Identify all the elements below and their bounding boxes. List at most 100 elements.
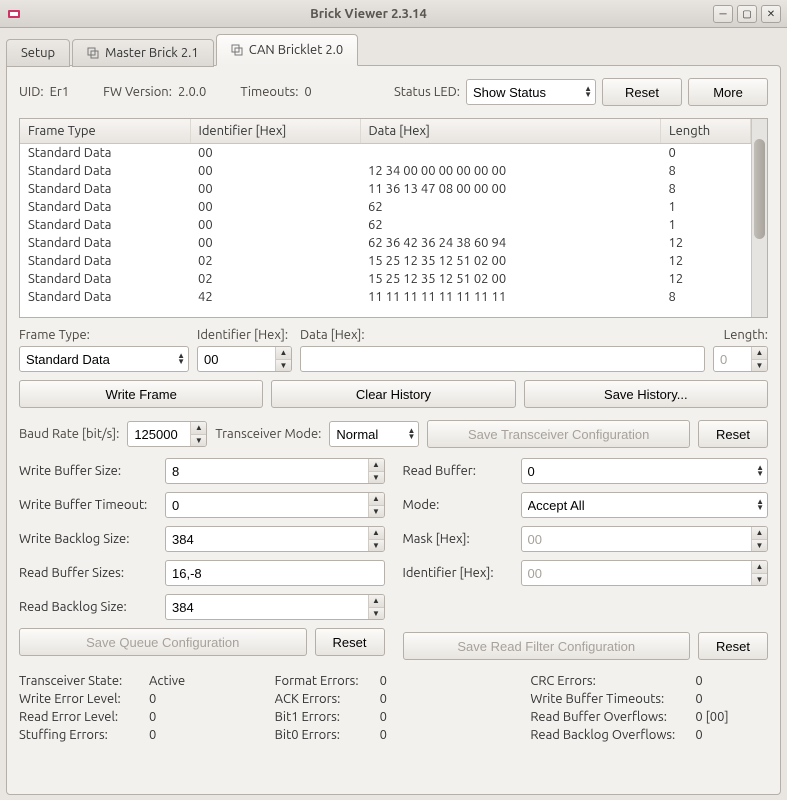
col-length[interactable]: Length xyxy=(661,119,751,144)
col-identifier[interactable]: Identifier [Hex] xyxy=(190,119,360,144)
identifier-input-label: Identifier [Hex]: xyxy=(197,328,292,342)
read-buffer-overflows-label: Read Buffer Overflows: xyxy=(530,710,695,724)
baud-label: Baud Rate [bit/s]: xyxy=(19,427,119,441)
save-history-button[interactable]: Save History... xyxy=(524,380,768,408)
table-row[interactable]: Standard Data0011 36 13 47 08 00 00 008 xyxy=(20,180,751,198)
spin-up-icon[interactable]: ▲ xyxy=(368,459,384,472)
reset-queue-button[interactable]: Reset xyxy=(315,628,385,656)
write-frame-button[interactable]: Write Frame xyxy=(19,380,263,408)
transceiver-state-value: Active xyxy=(149,674,185,688)
clear-history-button[interactable]: Clear History xyxy=(271,380,515,408)
tab-master-brick[interactable]: Master Brick 2.1 xyxy=(72,39,214,67)
save-transceiver-button[interactable]: Save Transceiver Configuration xyxy=(427,420,690,448)
filter-mask-input xyxy=(521,526,769,552)
reset-transceiver-button[interactable]: Reset xyxy=(698,420,768,448)
crc-errors-value: 0 xyxy=(695,674,702,688)
spin-up-icon[interactable]: ▲ xyxy=(751,347,767,360)
uid-value: Er1 xyxy=(50,85,70,99)
format-errors-value: 0 xyxy=(380,674,387,688)
tab-setup-label: Setup xyxy=(21,46,55,60)
spin-up-icon[interactable]: ▲ xyxy=(368,527,384,540)
frame-table: Frame Type Identifier [Hex] Data [Hex] L… xyxy=(19,118,768,318)
read-buffer-sizes-input[interactable] xyxy=(165,560,385,586)
filter-mode-label: Mode: xyxy=(403,498,513,512)
write-buffer-timeouts-value: 0 xyxy=(695,692,702,706)
read-backlog-overflows-label: Read Backlog Overflows: xyxy=(530,728,695,742)
maximize-button[interactable]: ▢ xyxy=(737,5,757,23)
write-backlog-size-label: Write Backlog Size: xyxy=(19,532,157,546)
table-row[interactable]: Standard Data0012 34 00 00 00 00 00 008 xyxy=(20,162,751,180)
table-row[interactable]: Standard Data0215 25 12 35 12 51 02 0012 xyxy=(20,270,751,288)
transceiver-state-label: Transceiver State: xyxy=(19,674,149,688)
fw-value: 2.0.0 xyxy=(178,85,206,99)
write-error-level-label: Write Error Level: xyxy=(19,692,149,706)
table-row[interactable]: Standard Data00621 xyxy=(20,216,751,234)
tab-setup[interactable]: Setup xyxy=(6,39,70,67)
spin-down-icon[interactable]: ▼ xyxy=(368,472,384,484)
uid-label: UID: xyxy=(19,85,44,99)
read-buffer-sizes-label: Read Buffer Sizes: xyxy=(19,566,157,580)
table-row[interactable]: Standard Data00621 xyxy=(20,198,751,216)
transceiver-mode-label: Transceiver Mode: xyxy=(215,427,321,441)
spin-up-icon[interactable]: ▲ xyxy=(190,422,206,435)
filter-mask-label: Mask [Hex]: xyxy=(403,532,513,546)
write-buffer-timeout-label: Write Buffer Timeout: xyxy=(19,498,157,512)
table-row[interactable]: Standard Data0062 36 42 36 24 38 60 9412 xyxy=(20,234,751,252)
tab-can-bricklet[interactable]: CAN Bricklet 2.0 xyxy=(216,34,358,66)
read-buffer-select[interactable]: 0 xyxy=(521,458,769,484)
data-input-label: Data [Hex]: xyxy=(300,328,705,342)
data-input[interactable] xyxy=(300,346,705,372)
fw-label: FW Version: xyxy=(103,85,172,99)
col-data[interactable]: Data [Hex] xyxy=(360,119,661,144)
save-filter-button[interactable]: Save Read Filter Configuration xyxy=(403,632,691,660)
reset-filter-button[interactable]: Reset xyxy=(698,632,768,660)
write-buffer-size-label: Write Buffer Size: xyxy=(19,464,157,478)
transceiver-mode-select[interactable]: Normal xyxy=(329,421,419,447)
spin-down-icon[interactable]: ▼ xyxy=(275,360,291,372)
spin-up-icon: ▲ xyxy=(751,561,767,574)
window-title: Brick Viewer 2.3.14 xyxy=(28,7,709,21)
spin-down-icon: ▼ xyxy=(751,574,767,586)
read-backlog-size-input[interactable] xyxy=(165,594,385,620)
frame-type-label: Frame Type: xyxy=(19,328,189,342)
spin-up-icon: ▲ xyxy=(751,527,767,540)
titlebar[interactable]: Brick Viewer 2.3.14 ─ ▢ ✕ xyxy=(0,0,787,28)
save-queue-button[interactable]: Save Queue Configuration xyxy=(19,628,307,656)
bit1-errors-value: 0 xyxy=(380,710,387,724)
write-buffer-timeout-input[interactable] xyxy=(165,492,385,518)
length-input-label: Length: xyxy=(713,328,768,342)
filter-identifier-input xyxy=(521,560,769,586)
close-button[interactable]: ✕ xyxy=(761,5,781,23)
spin-down-icon[interactable]: ▼ xyxy=(368,540,384,552)
spin-down-icon[interactable]: ▼ xyxy=(190,435,206,447)
col-frame-type[interactable]: Frame Type xyxy=(20,119,190,144)
timeouts-label: Timeouts: xyxy=(240,85,298,99)
reset-button[interactable]: Reset xyxy=(602,78,682,106)
table-row[interactable]: Standard Data000 xyxy=(20,144,751,163)
spin-up-icon[interactable]: ▲ xyxy=(368,595,384,608)
spin-up-icon[interactable]: ▲ xyxy=(368,493,384,506)
table-scrollbar[interactable] xyxy=(751,119,767,317)
read-buffer-overflows-value: 0 [00] xyxy=(695,710,728,724)
minimize-button[interactable]: ─ xyxy=(713,5,733,23)
more-button[interactable]: More xyxy=(688,78,768,106)
crc-errors-label: CRC Errors: xyxy=(530,674,695,688)
read-backlog-size-label: Read Backlog Size: xyxy=(19,600,157,614)
stuffing-errors-value: 0 xyxy=(149,728,156,742)
table-row[interactable]: Standard Data0215 25 12 35 12 51 02 0012 xyxy=(20,252,751,270)
spin-up-icon[interactable]: ▲ xyxy=(275,347,291,360)
statusled-select[interactable]: Show Status xyxy=(466,79,596,105)
filter-mode-select[interactable]: Accept All xyxy=(521,492,769,518)
tab-master-label: Master Brick 2.1 xyxy=(105,46,199,60)
write-buffer-size-input[interactable] xyxy=(165,458,385,484)
spin-down-icon[interactable]: ▼ xyxy=(751,360,767,372)
tab-bar: Setup Master Brick 2.1 CAN Bricklet 2.0 xyxy=(6,34,781,66)
ack-errors-label: ACK Errors: xyxy=(275,692,380,706)
spin-down-icon[interactable]: ▼ xyxy=(368,608,384,620)
spin-down-icon[interactable]: ▼ xyxy=(368,506,384,518)
table-row[interactable]: Standard Data4211 11 11 11 11 11 11 118 xyxy=(20,288,751,306)
frame-type-select[interactable]: Standard Data xyxy=(19,346,189,372)
bit0-errors-value: 0 xyxy=(380,728,387,742)
write-buffer-timeouts-label: Write Buffer Timeouts: xyxy=(530,692,695,706)
write-backlog-size-input[interactable] xyxy=(165,526,385,552)
